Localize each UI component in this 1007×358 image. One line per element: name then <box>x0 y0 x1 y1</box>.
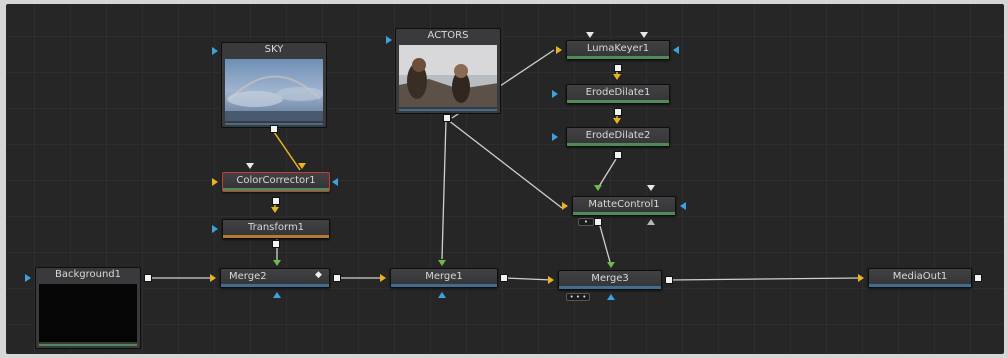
mattecontrol-input-arrow[interactable] <box>562 202 568 210</box>
ed2-input-arrow[interactable] <box>613 118 621 124</box>
erodedilate1-label: ErodeDilate1 <box>585 87 651 98</box>
wire-merge3-mediaout <box>668 277 862 281</box>
merge2-node-bar <box>221 284 329 287</box>
merge2-label: Merge2 <box>229 271 267 282</box>
mediaout-node-bar <box>869 284 971 287</box>
background-node-title: Background1 <box>54 269 122 280</box>
lumakeyer-output-port[interactable] <box>614 64 622 72</box>
lumakeyer-node[interactable]: LumaKeyer1 <box>566 40 670 60</box>
colorcorrector-mask-arrow[interactable] <box>332 178 338 186</box>
merge2-node[interactable]: Merge2 <box>220 268 330 288</box>
background-node-bar <box>39 344 137 346</box>
merge1-mask-arrow[interactable] <box>438 292 446 298</box>
colorcorrector-output-port[interactable] <box>272 197 280 205</box>
colorcorrector-label: ColorCorrector1 <box>236 175 316 186</box>
actors-input-arrow[interactable] <box>386 36 392 44</box>
erodedilate1-node-bar <box>567 100 669 103</box>
merge2-background-input-arrow[interactable] <box>210 274 216 282</box>
erodedilate2-label: ErodeDilate2 <box>585 130 651 141</box>
merge1-background-input-arrow[interactable] <box>380 274 386 282</box>
erodedilate1-node[interactable]: ErodeDilate1 <box>566 84 670 104</box>
lumakeyer-input-arrow[interactable] <box>556 46 562 54</box>
sky-loader-node[interactable]: SKY <box>221 42 327 128</box>
colorcorrector-input-top-right[interactable] <box>298 163 306 169</box>
merge1-label: Merge1 <box>425 271 463 282</box>
mattecontrol-label: MatteControl1 <box>588 199 660 210</box>
actors-node-bar <box>399 109 497 111</box>
colorcorrector-input-top-left[interactable] <box>246 163 254 169</box>
mattecontrol-input-top-right[interactable] <box>647 185 655 191</box>
mediaout-node[interactable]: MediaOut1 <box>868 268 972 288</box>
transform-input-arrow[interactable] <box>271 207 279 213</box>
node-editor-canvas[interactable]: SKY ACTORS LumaKeyer1 ErodeDilate1 Erode… <box>6 4 1004 354</box>
merge3-node-bar <box>559 286 661 289</box>
transform-node[interactable]: Transform1 <box>222 219 330 239</box>
lumakeyer-input-top-left[interactable] <box>586 32 594 38</box>
background-node[interactable]: Background1 <box>35 267 141 349</box>
sky-node-title: SKY <box>264 44 284 55</box>
background-mask-arrow[interactable] <box>25 274 31 282</box>
sky-input-arrow[interactable] <box>212 47 218 55</box>
erodedilate1-output-port[interactable] <box>614 108 622 116</box>
actors-node-title: ACTORS <box>427 30 469 41</box>
transform-label: Transform1 <box>247 222 305 233</box>
transform-output-port[interactable] <box>272 240 280 248</box>
mediaout-label: MediaOut1 <box>892 271 948 282</box>
transform-node-bar <box>223 235 329 238</box>
merge2-foreground-input-arrow[interactable] <box>273 260 281 266</box>
diamond-icon[interactable]: ◆ <box>315 270 322 280</box>
actors-loader-node[interactable]: ACTORS <box>395 28 501 114</box>
connection-wires <box>152 49 862 281</box>
mattecontrol-node[interactable]: MatteControl1 <box>572 196 676 216</box>
merge3-label: Merge3 <box>591 273 629 284</box>
mattecontrol-ellipsis-icon[interactable]: • <box>578 218 594 226</box>
merge2-output-port[interactable] <box>333 274 341 282</box>
merge3-mask-arrow[interactable] <box>607 294 615 300</box>
wire-actors-mattecontrol <box>447 119 563 209</box>
erodedilate2-mask-arrow[interactable] <box>552 133 558 141</box>
sky-thumbnail <box>225 59 323 121</box>
merge3-output-port[interactable] <box>665 276 673 284</box>
merge3-foreground-input-arrow[interactable] <box>607 262 615 268</box>
erodedilate2-node[interactable]: ErodeDilate2 <box>566 127 670 147</box>
merge3-ellipsis-icon[interactable]: • • • <box>566 293 590 301</box>
mediaout-input-arrow[interactable] <box>858 274 864 282</box>
wire-mattecontrol-merge3 <box>599 225 611 263</box>
merge1-node-bar <box>391 284 497 287</box>
mattecontrol-input-top-left[interactable] <box>594 185 602 191</box>
merge2-mask-arrow[interactable] <box>273 292 281 298</box>
wire-merge1-merge3 <box>504 277 553 281</box>
merge1-node[interactable]: Merge1 <box>390 268 498 288</box>
wire-sky-colorcorrector <box>273 131 301 171</box>
lumakeyer-input-top-right[interactable] <box>640 32 648 38</box>
mattecontrol-bottom-arrow[interactable] <box>647 219 655 225</box>
mattecontrol-node-bar <box>573 212 675 215</box>
lumakeyer-node-bar <box>567 56 669 59</box>
colorcorrector-input-arrow[interactable] <box>212 178 218 186</box>
erodedilate2-output-port[interactable] <box>614 151 622 159</box>
merge3-background-input-arrow[interactable] <box>548 276 554 284</box>
background-thumbnail <box>39 284 137 342</box>
transform-mask-arrow[interactable] <box>212 225 218 233</box>
merge3-node[interactable]: Merge3 <box>558 270 662 290</box>
sky-output-port[interactable] <box>270 125 278 133</box>
erodedilate1-mask-arrow[interactable] <box>552 90 558 98</box>
erodedilate2-node-bar <box>567 143 669 146</box>
lumakeyer-label: LumaKeyer1 <box>586 43 650 54</box>
wire-actors-merge1 <box>441 119 447 260</box>
lumakeyer-mask-arrow[interactable] <box>673 46 679 54</box>
mattecontrol-mask-arrow[interactable] <box>680 202 686 210</box>
colorcorrector-node[interactable]: ColorCorrector1 <box>222 172 330 192</box>
mattecontrol-output-port[interactable] <box>594 218 602 226</box>
colorcorrector-node-bar <box>223 188 329 191</box>
actors-output-port[interactable] <box>443 114 451 122</box>
merge1-foreground-input-arrow[interactable] <box>438 260 446 266</box>
background-output-port[interactable] <box>144 274 152 282</box>
ed1-input-arrow[interactable] <box>613 74 621 80</box>
wire-ed2-mattecontrol <box>597 158 617 189</box>
merge1-output-port[interactable] <box>500 274 508 282</box>
mediaout-output-port[interactable] <box>974 274 982 282</box>
actors-thumbnail <box>399 45 497 107</box>
